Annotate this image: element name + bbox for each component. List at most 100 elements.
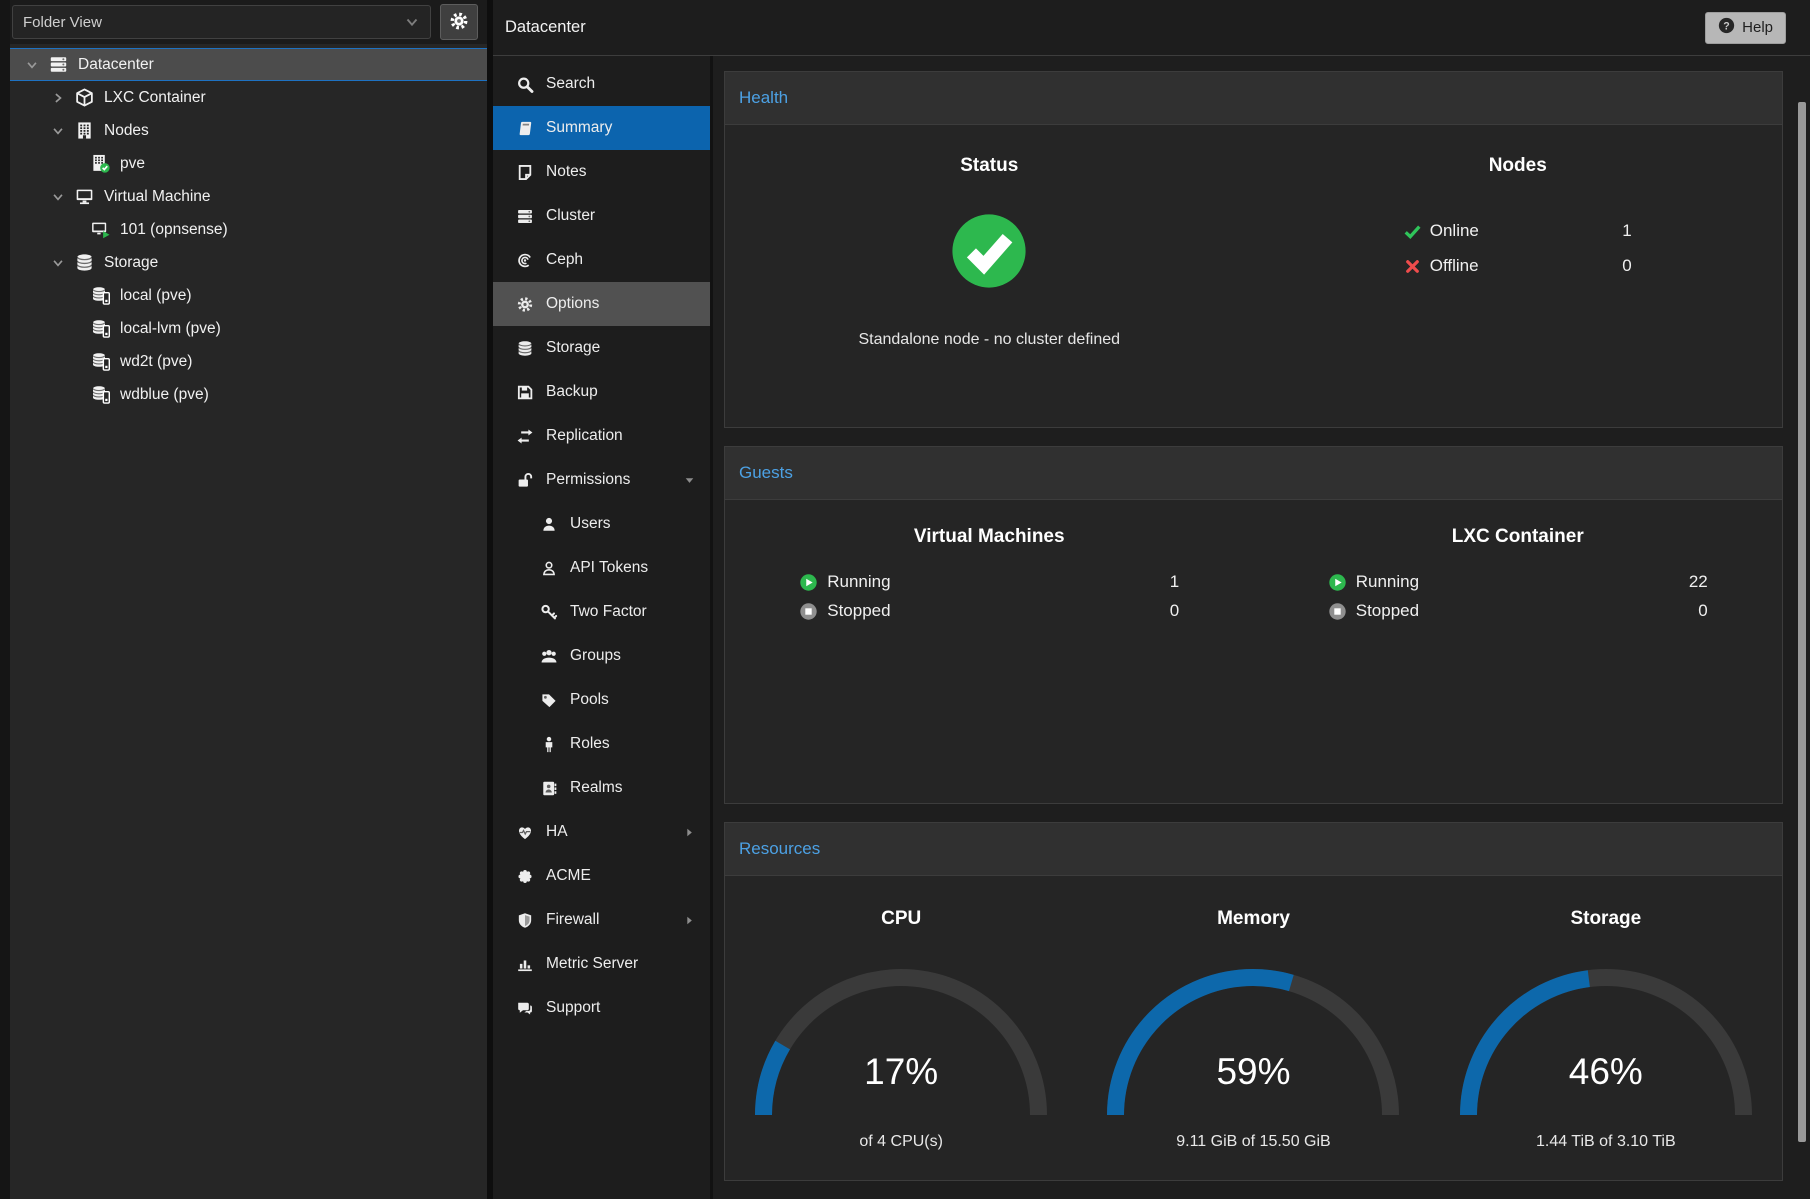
nav-item-metric-server[interactable]: Metric Server — [493, 942, 710, 986]
gauge-percent: 59% — [1103, 1051, 1403, 1093]
main-body: SearchSummaryNotes Cluster CephOptions Stor… — [493, 56, 1810, 1199]
resources-panel: Resources CPU17%of 4 CPU(s)Memory59%9.11… — [724, 822, 1783, 1181]
nav-item-backup[interactable]: Backup — [493, 370, 710, 414]
caret-down-icon — [684, 475, 695, 486]
nav-item-firewall[interactable]: Firewall — [493, 898, 710, 942]
tree-item-local-lvm-pve[interactable]: local-lvm (pve) — [10, 312, 487, 345]
tree-item-datacenter[interactable]: Datacenter — [10, 48, 487, 81]
tree-expander-expanded-icon[interactable] — [48, 256, 68, 270]
tree-item-wdblue-pve[interactable]: wdblue (pve) — [10, 378, 487, 411]
view-selector[interactable]: Folder View — [12, 5, 431, 39]
book-icon — [515, 120, 535, 137]
tree-expander-collapsed-icon[interactable] — [48, 91, 68, 105]
nav-item-label: Backup — [546, 383, 598, 401]
play-circle-icon — [1328, 573, 1347, 592]
building-icon — [72, 121, 96, 140]
gauge-arc: 46% — [1456, 967, 1756, 1119]
nav-item-api-tokens[interactable]: API Tokens — [493, 546, 710, 590]
person-icon — [539, 736, 559, 753]
main-panel: Datacenter ? Help SearchSummaryNotes Clus… — [487, 0, 1810, 1199]
nav-item-users[interactable]: Users — [493, 502, 710, 546]
nav-item-acme[interactable]: ACME — [493, 854, 710, 898]
nav-item-storage[interactable]: Storage — [493, 326, 710, 370]
tree-item-virtual-machine[interactable]: Virtual Machine — [10, 180, 487, 213]
nav-item-label: Cluster — [546, 207, 595, 225]
nav-item-permissions[interactable]: Permissions — [493, 458, 710, 502]
status-row-running: Running22 — [1328, 572, 1708, 592]
nav-item-realms[interactable]: Realms — [493, 766, 710, 810]
tree-item-wd2t-pve[interactable]: wd2t (pve) — [10, 345, 487, 378]
status-row-label: Stopped — [827, 601, 890, 621]
nodes-status-list: Online1Offline0 — [1404, 221, 1632, 276]
status-row-label: Online — [1430, 221, 1479, 241]
nav-item-ha[interactable]: HA — [493, 810, 710, 854]
search-icon — [515, 76, 535, 93]
tree-item-label: local (pve) — [120, 287, 192, 305]
nav-item-cluster[interactable]: Cluster — [493, 194, 710, 238]
scrollbar-thumb[interactable] — [1798, 102, 1806, 1142]
nav-item-notes[interactable]: Notes — [493, 150, 710, 194]
config-nav: SearchSummaryNotes Cluster CephOptions Stor… — [493, 56, 713, 1199]
question-circle-icon: ? — [1718, 17, 1735, 38]
nodes-section: Nodes Online1Offline0 — [1254, 125, 1783, 427]
nav-item-search[interactable]: Search — [493, 62, 710, 106]
view-selector-value: Folder View — [23, 14, 102, 31]
building-check-icon — [88, 154, 112, 173]
database-drive-icon — [88, 352, 112, 371]
database-drive-icon — [88, 385, 112, 404]
resource-tree-panel: Folder View Datacenter LXC Container Nodes… — [0, 0, 487, 1199]
tree-expander-expanded-icon[interactable] — [22, 58, 42, 72]
unlock-icon — [515, 472, 535, 489]
nav-item-two-factor[interactable]: Two Factor — [493, 590, 710, 634]
nav-item-label: Support — [546, 999, 600, 1017]
tree-item-nodes[interactable]: Nodes — [10, 114, 487, 147]
tree-item-pve[interactable]: pve — [10, 147, 487, 180]
tree-item-label: Nodes — [104, 122, 149, 140]
nav-item-pools[interactable]: Pools — [493, 678, 710, 722]
tree-item-label: Storage — [104, 254, 158, 272]
nav-item-label: Metric Server — [546, 955, 638, 973]
status-row-online: Online1 — [1404, 221, 1632, 241]
tree-item-label: Datacenter — [78, 56, 154, 74]
nav-item-label: Pools — [570, 691, 609, 709]
tree-item-label: wd2t (pve) — [120, 353, 192, 371]
guest-group-lxc-container: LXC ContainerRunning22Stopped0 — [1254, 500, 1783, 803]
caret-right-icon — [684, 827, 695, 838]
status-row-stopped: Stopped0 — [1328, 601, 1708, 621]
nav-item-groups[interactable]: Groups — [493, 634, 710, 678]
gauge-heading: Storage — [1570, 908, 1641, 930]
nav-item-ceph[interactable]: Ceph — [493, 238, 710, 282]
page-title: Datacenter — [505, 18, 586, 37]
tree-expander-expanded-icon[interactable] — [48, 124, 68, 138]
nav-item-replication[interactable]: Replication — [493, 414, 710, 458]
guests-panel-title: Guests — [725, 447, 1782, 500]
tree-item-local-pve[interactable]: local (pve) — [10, 279, 487, 312]
tree-item-label: pve — [120, 155, 145, 173]
tree-item-101-opnsense[interactable]: 101 (opnsense) — [10, 213, 487, 246]
tree-settings-button[interactable] — [440, 4, 478, 40]
guest-group-heading: Virtual Machines — [914, 526, 1065, 548]
nav-item-summary[interactable]: Summary — [493, 106, 710, 150]
chevron-down-icon — [404, 14, 420, 30]
help-button[interactable]: ? Help — [1705, 12, 1786, 44]
gauge-percent: 46% — [1456, 1051, 1756, 1093]
nav-item-options[interactable]: Options — [493, 282, 710, 326]
help-button-label: Help — [1742, 19, 1773, 36]
nav-item-roles[interactable]: Roles — [493, 722, 710, 766]
comments-icon — [515, 1000, 535, 1017]
gear-icon — [449, 11, 469, 34]
gauge-cpu: CPU17%of 4 CPU(s) — [725, 876, 1077, 1180]
gauge-arc: 17% — [751, 967, 1051, 1119]
nav-item-support[interactable]: Support — [493, 986, 710, 1030]
nav-item-label: HA — [546, 823, 568, 841]
nav-item-label: Roles — [570, 735, 610, 753]
gauge-storage: Storage46%1.44 TiB of 3.10 TiB — [1430, 876, 1782, 1180]
tree-item-lxc-container[interactable]: LXC Container — [10, 81, 487, 114]
nav-item-label: Storage — [546, 339, 600, 357]
gauge-heading: Memory — [1217, 908, 1290, 930]
status-row-value: 0 — [1170, 601, 1179, 621]
status-heading: Status — [960, 155, 1018, 177]
tree-item-storage[interactable]: Storage — [10, 246, 487, 279]
tree-expander-expanded-icon[interactable] — [48, 190, 68, 204]
gear-icon — [515, 296, 535, 313]
